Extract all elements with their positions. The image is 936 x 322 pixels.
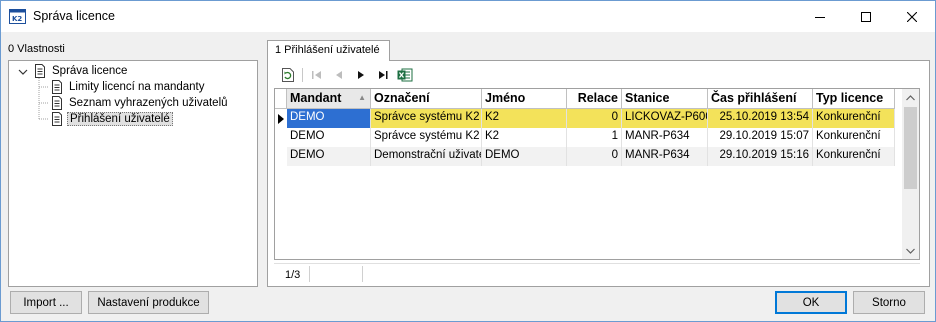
grid-status-bar: 1/3 <box>274 263 920 283</box>
close-icon <box>907 11 917 22</box>
cell-relace[interactable]: 1 <box>567 128 622 147</box>
excel-export-icon <box>397 68 413 82</box>
app-icon: K2 <box>9 9 26 24</box>
maximize-button[interactable] <box>843 1 889 32</box>
license-management-window: K2 Správa licence 0 Vlastnosti Správa li… <box>0 0 936 322</box>
excel-export-button[interactable] <box>394 65 416 85</box>
cell-typ-licence[interactable]: Konkurenční <box>813 147 895 166</box>
cell-cas-prihlaseni[interactable]: 29.10.2019 15:07 <box>708 128 813 147</box>
grid-vertical-scrollbar[interactable] <box>902 89 919 259</box>
column-header-oznaceni[interactable]: Označení <box>371 89 482 109</box>
grid-toolbar <box>277 65 416 85</box>
tab-logged-users[interactable]: 1 Přihlášení uživatelé <box>267 40 390 61</box>
collapse-chevron-icon[interactable] <box>18 67 28 77</box>
first-record-button[interactable] <box>306 65 328 85</box>
column-header-relace[interactable]: Relace <box>567 89 622 109</box>
refresh-icon <box>282 68 294 82</box>
cell-jmeno[interactable]: DEMO <box>482 147 567 166</box>
document-icon <box>52 96 62 110</box>
tree-item-label: Limity licencí na mandanty <box>69 81 205 93</box>
table-row[interactable]: DEMO Správce systému K2 K2 1 MANR-P634 2… <box>275 128 895 147</box>
row-indicator <box>275 128 287 147</box>
minimize-button[interactable] <box>797 1 843 32</box>
last-record-icon <box>379 71 388 79</box>
close-button[interactable] <box>889 1 935 32</box>
logged-users-grid[interactable]: Mandant ▲ Označení Jméno Relace Stanice … <box>274 88 920 260</box>
column-header-stanice[interactable]: Stanice <box>622 89 708 109</box>
cell-typ-licence[interactable]: Konkurenční <box>813 109 895 128</box>
minimize-icon <box>815 16 825 18</box>
status-divider <box>362 266 363 282</box>
chevron-up-icon <box>906 94 915 100</box>
properties-tree: Správa licence Limity licencí na mandant… <box>8 60 258 287</box>
svg-text:K2: K2 <box>12 15 22 23</box>
tree-item-label: Seznam vyhrazených uživatelů <box>69 97 228 109</box>
record-position: 1/3 <box>285 269 301 281</box>
cell-relace[interactable]: 0 <box>567 109 622 128</box>
grid-header-row: Mandant ▲ Označení Jméno Relace Stanice … <box>275 89 895 109</box>
table-row[interactable]: DEMO Demonstrační uživatel DEMO 0 MANR-P… <box>275 147 895 166</box>
refresh-button[interactable] <box>277 65 299 85</box>
previous-record-icon <box>336 71 342 79</box>
tree-item-label: Správa licence <box>52 65 128 77</box>
document-icon <box>35 64 45 78</box>
cell-typ-licence[interactable]: Konkurenční <box>813 128 895 147</box>
properties-label: 0 Vlastnosti <box>8 43 65 55</box>
column-header-cas-prihlaseni[interactable]: Čas přihlášení <box>708 89 813 109</box>
tree-item-mandant-limits[interactable]: Limity licencí na mandanty <box>51 79 207 95</box>
document-icon <box>52 112 62 126</box>
cell-mandant[interactable]: DEMO <box>287 109 371 128</box>
column-header-jmeno[interactable]: Jméno <box>482 89 567 109</box>
maximize-icon <box>861 11 871 22</box>
previous-record-button[interactable] <box>328 65 350 85</box>
document-icon <box>52 80 62 94</box>
cell-cas-prihlaseni[interactable]: 25.10.2019 13:54 <box>708 109 813 128</box>
cell-mandant[interactable]: DEMO <box>287 147 371 166</box>
scroll-up-button[interactable] <box>902 89 919 106</box>
production-settings-button[interactable]: Nastavení produkce <box>88 291 209 314</box>
cancel-button[interactable]: Storno <box>853 291 925 314</box>
cell-jmeno[interactable]: K2 <box>482 109 567 128</box>
cell-stanice[interactable]: LICKOVAZ-P600 <box>622 109 708 128</box>
cell-oznaceni[interactable]: Demonstrační uživatel <box>371 147 482 166</box>
next-record-icon <box>358 71 364 79</box>
title-bar: K2 Správa licence <box>1 1 935 32</box>
last-record-button[interactable] <box>372 65 394 85</box>
scroll-down-button[interactable] <box>902 242 919 259</box>
cell-cas-prihlaseni[interactable]: 29.10.2019 15:16 <box>708 147 813 166</box>
ok-button[interactable]: OK <box>775 291 847 314</box>
chevron-down-icon <box>906 248 915 254</box>
tree-item-label: Přihlášení uživatelé <box>67 112 173 126</box>
table-row[interactable]: DEMO Správce systému K2 K2 0 LICKOVAZ-P6… <box>275 109 895 128</box>
column-header-typ-licence[interactable]: Typ licence <box>813 89 895 109</box>
status-divider <box>309 266 310 282</box>
tree-item-logged-users[interactable]: Přihlášení uživatelé <box>51 111 173 127</box>
column-header-mandant[interactable]: Mandant ▲ <box>287 89 371 109</box>
cell-mandant[interactable]: DEMO <box>287 128 371 147</box>
cell-stanice[interactable]: MANR-P634 <box>622 147 708 166</box>
row-indicator-header <box>275 89 287 109</box>
toolbar-separator <box>302 68 303 82</box>
first-record-icon <box>312 71 321 79</box>
tree-item-license-management[interactable]: Správa licence <box>34 63 129 79</box>
row-indicator <box>275 147 287 166</box>
scrollbar-thumb[interactable] <box>904 107 917 189</box>
cell-oznaceni[interactable]: Správce systému K2 <box>371 128 482 147</box>
cell-stanice[interactable]: MANR-P634 <box>622 128 708 147</box>
window-title: Správa licence <box>33 9 115 23</box>
sort-ascending-icon: ▲ <box>358 93 366 102</box>
tree-item-reserved-users[interactable]: Seznam vyhrazených uživatelů <box>51 95 230 111</box>
cell-oznaceni[interactable]: Správce systému K2 <box>371 109 482 128</box>
cell-relace[interactable]: 0 <box>567 147 622 166</box>
next-record-button[interactable] <box>350 65 372 85</box>
current-row-pointer-icon <box>275 109 287 128</box>
cell-jmeno[interactable]: K2 <box>482 128 567 147</box>
import-button[interactable]: Import ... <box>10 291 82 314</box>
